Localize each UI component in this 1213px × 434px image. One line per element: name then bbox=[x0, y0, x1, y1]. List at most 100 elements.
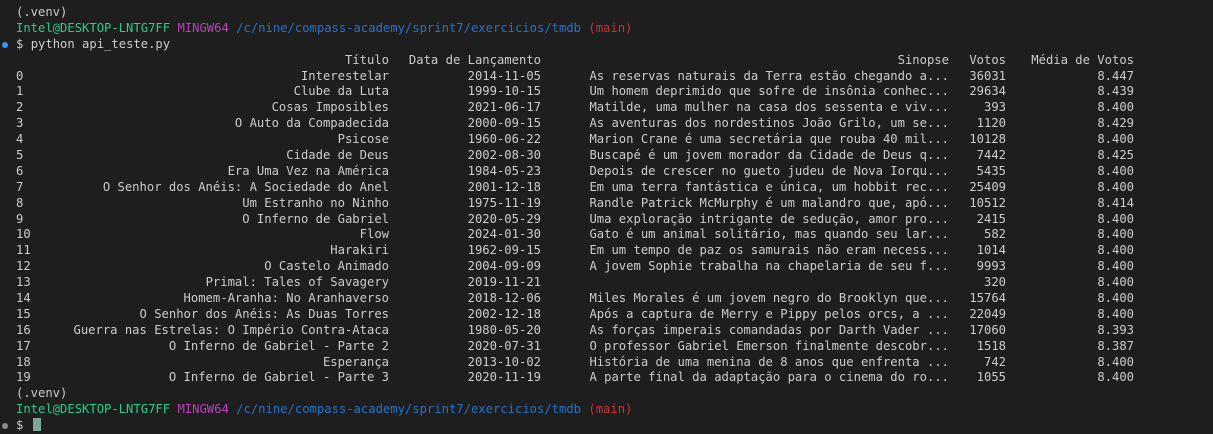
row-index: 14 bbox=[16, 291, 31, 306]
row-date: 2024-01-30 bbox=[467, 227, 541, 242]
row-avg: 8.400 bbox=[1097, 370, 1134, 385]
row-title: O Inferno de Gabriel - Parte 3 bbox=[168, 370, 389, 385]
row-index: 5 bbox=[16, 148, 24, 163]
row-title: Interestelar bbox=[300, 68, 389, 83]
row-index: 19 bbox=[16, 370, 31, 385]
row-title: O Inferno de Gabriel bbox=[242, 211, 389, 226]
header-votes: Votos bbox=[969, 52, 1006, 67]
table-row: 3 O Auto da Compadecida 2000-09-15 As avent… bbox=[16, 116, 1213, 132]
row-votes: 582 bbox=[983, 227, 1006, 242]
row-votes: 29634 bbox=[969, 84, 1006, 99]
row-date: 2020-07-31 bbox=[467, 338, 541, 353]
row-votes: 393 bbox=[983, 100, 1006, 115]
command-status-dot-icon[interactable] bbox=[2, 41, 8, 48]
row-votes: 742 bbox=[983, 354, 1006, 369]
row-synopsis: Marion Crane é uma secretária que rouba … bbox=[589, 132, 949, 147]
row-date: 2002-12-18 bbox=[467, 306, 541, 321]
row-date: 2001-12-18 bbox=[467, 179, 541, 194]
row-title: Flow bbox=[359, 227, 389, 242]
row-index: 16 bbox=[16, 322, 31, 337]
row-avg: 8.400 bbox=[1097, 227, 1134, 242]
row-votes: 1518 bbox=[976, 338, 1006, 353]
row-index: 9 bbox=[16, 211, 24, 226]
row-avg: 8.400 bbox=[1097, 243, 1134, 258]
row-avg: 8.393 bbox=[1097, 322, 1134, 337]
row-date: 2004-09-09 bbox=[467, 259, 541, 274]
row-index: 13 bbox=[16, 275, 31, 290]
table-row: 19 O Inferno de Gabriel - Parte 3 2020-11-… bbox=[16, 370, 1213, 386]
row-index: 17 bbox=[16, 338, 31, 353]
row-index: 3 bbox=[16, 116, 24, 131]
row-index: 12 bbox=[16, 259, 31, 274]
row-synopsis: As reservas naturais da Terra estão cheg… bbox=[589, 68, 949, 83]
terminal-output[interactable]: (.venv) Intel@DESKTOP-LNTG7FF MINGW64 /c… bbox=[0, 0, 1213, 433]
row-date: 2014-11-05 bbox=[467, 68, 541, 83]
row-avg: 8.447 bbox=[1097, 68, 1134, 83]
prompt-shell: MINGW64 bbox=[177, 20, 229, 35]
row-votes: 15764 bbox=[969, 291, 1006, 306]
row-date: 2018-12-06 bbox=[467, 291, 541, 306]
row-synopsis: Depois de crescer no gueto judeu de Nova… bbox=[589, 163, 949, 178]
header-synopsis: Sinopse bbox=[897, 52, 949, 67]
row-avg: 8.439 bbox=[1097, 84, 1134, 99]
row-votes: 22049 bbox=[969, 306, 1006, 321]
table-row: 18 Esperança 2013-10-02 História de uma men… bbox=[16, 355, 1213, 371]
row-title: Esperança bbox=[322, 354, 389, 369]
row-avg: 8.400 bbox=[1097, 132, 1134, 147]
row-index: 1 bbox=[16, 84, 24, 99]
row-votes: 1120 bbox=[976, 116, 1006, 131]
table-row: 14 Homem-Aranha: No Aranhaverso 2018-12-06… bbox=[16, 291, 1213, 307]
row-synopsis: Matilde, uma mulher na casa dos sessenta… bbox=[589, 100, 949, 115]
row-date: 2019-11-21 bbox=[467, 275, 541, 290]
row-votes: 1014 bbox=[976, 243, 1006, 258]
row-title: Cidade de Deus bbox=[286, 148, 389, 163]
row-index: 8 bbox=[16, 195, 24, 210]
row-synopsis: A parte final da adaptação para o cinema… bbox=[589, 370, 949, 385]
command-text: python api_teste.py bbox=[30, 36, 171, 51]
row-avg: 8.400 bbox=[1097, 354, 1134, 369]
row-synopsis: O professor Gabriel Emerson finalmente d… bbox=[589, 338, 949, 353]
prompt-user-host-2: Intel@DESKTOP-LNTG7FF bbox=[16, 402, 171, 417]
row-title: Guerra nas Estrelas: O Império Contra-At… bbox=[73, 322, 389, 337]
row-index: 2 bbox=[16, 100, 24, 115]
row-synopsis: Gato é um animal solitário, mas quando s… bbox=[589, 227, 949, 242]
row-date: 2020-05-29 bbox=[467, 211, 541, 226]
row-votes: 25409 bbox=[969, 179, 1006, 194]
row-title: Era Uma Vez na América bbox=[227, 163, 389, 178]
table-row: 11 Harakiri 1962-09-15 Em um tempo de paz o… bbox=[16, 243, 1213, 259]
row-index: 7 bbox=[16, 179, 24, 194]
row-title: Homem-Aranha: No Aranhaverso bbox=[183, 291, 389, 306]
header-date: Data de Lançamento bbox=[408, 52, 541, 67]
row-date: 2013-10-02 bbox=[467, 354, 541, 369]
row-votes: 5435 bbox=[976, 163, 1006, 178]
row-avg: 8.400 bbox=[1097, 163, 1134, 178]
table-row: 16 Guerra nas Estrelas: O Império Contra-… bbox=[16, 323, 1213, 339]
row-index: 15 bbox=[16, 306, 31, 321]
row-avg: 8.400 bbox=[1097, 259, 1134, 274]
row-synopsis: História de uma menina de 8 anos que enf… bbox=[589, 354, 949, 369]
row-date: 1984-05-23 bbox=[467, 163, 541, 178]
table-row: 2 Cosas Imposibles 2021-06-17 Matilde, uma … bbox=[16, 100, 1213, 116]
row-title: Um Estranho no Ninho bbox=[242, 195, 389, 210]
prompt-line: Intel@DESKTOP-LNTG7FF MINGW64 /c/nine/co… bbox=[16, 21, 1213, 37]
row-date: 2021-06-17 bbox=[467, 100, 541, 115]
row-index: 11 bbox=[16, 243, 31, 258]
row-synopsis: Em uma terra fantástica e única, um hobb… bbox=[589, 179, 949, 194]
table-row: 1 Clube da Luta 1999-10-15 Um homem deprimi… bbox=[16, 84, 1213, 100]
output-table: Título Data de Lançamento Sinopse Votos … bbox=[16, 53, 1213, 387]
row-date: 2000-09-15 bbox=[467, 116, 541, 131]
row-date: 1999-10-15 bbox=[467, 84, 541, 99]
input-line[interactable]: $ bbox=[2, 418, 1213, 434]
venv-line-2: (.venv) bbox=[16, 386, 1213, 402]
row-index: 10 bbox=[16, 227, 31, 242]
row-synopsis: Randle Patrick McMurphy é um malandro qu… bbox=[589, 195, 949, 210]
table-row: 0 Interestelar 2014-11-05 As reservas natur… bbox=[16, 69, 1213, 85]
row-avg: 8.429 bbox=[1097, 116, 1134, 131]
row-date: 1975-11-19 bbox=[467, 195, 541, 210]
row-avg: 8.387 bbox=[1097, 338, 1134, 353]
prompt-user-host: Intel@DESKTOP-LNTG7FF bbox=[16, 20, 171, 35]
input-status-dot-icon[interactable] bbox=[2, 423, 8, 430]
venv-line: (.venv) bbox=[16, 5, 1213, 21]
row-synopsis: Buscapé é um jovem morador da Cidade de … bbox=[589, 148, 949, 163]
row-votes: 320 bbox=[983, 275, 1006, 290]
